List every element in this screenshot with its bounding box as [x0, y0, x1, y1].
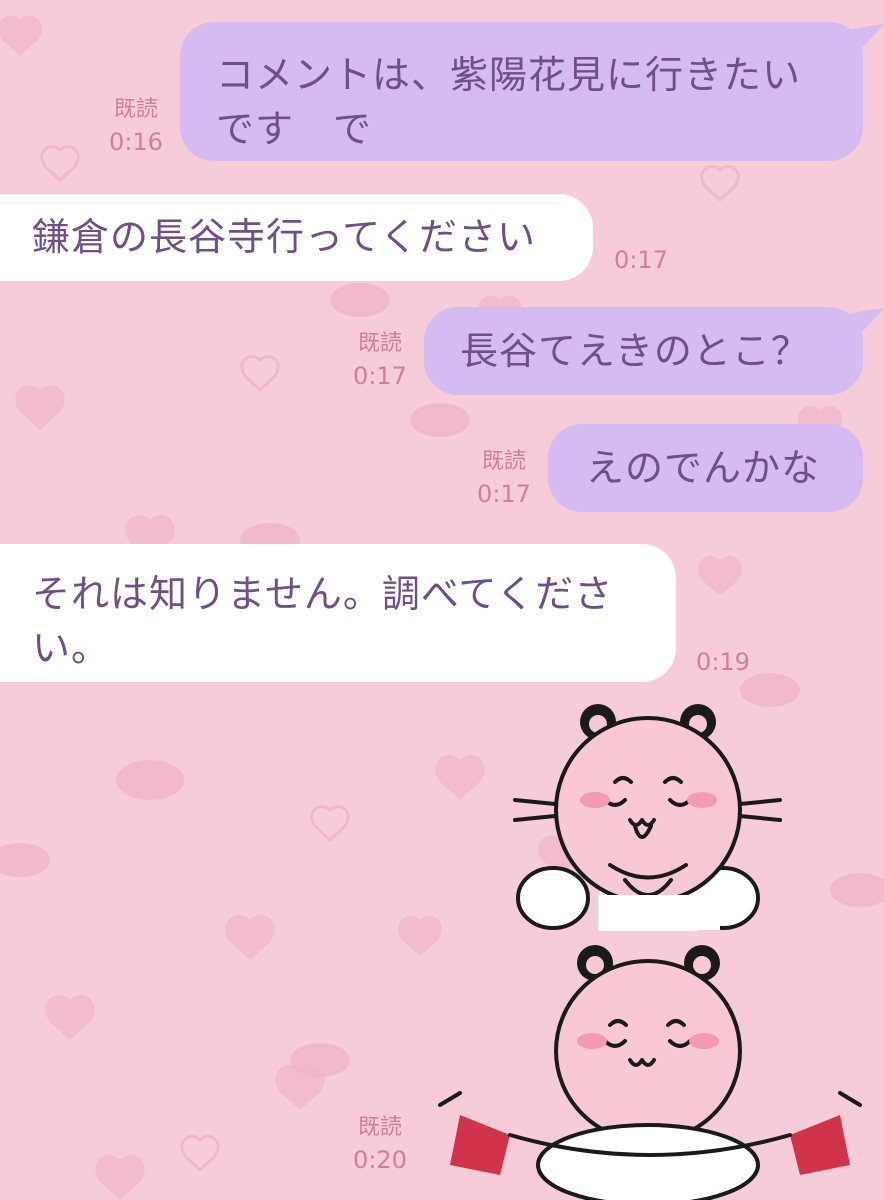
- read-label: 既読: [481, 449, 526, 474]
- read-label: 既読: [357, 1115, 402, 1140]
- message-time: 0:19: [696, 648, 750, 676]
- message-text: えのでんかな: [586, 446, 821, 490]
- read-receipt: 既読 0:20: [344, 1112, 416, 1176]
- read-receipt: 既読 0:17: [344, 328, 416, 392]
- message-text: 長谷てえきのとこ？: [460, 329, 810, 373]
- message-time: 0:17: [477, 480, 531, 508]
- sent-message-bubble[interactable]: えのでんかな: [548, 424, 863, 512]
- pink-hamster-sticker[interactable]: .ln { stroke:#1a1a1a; stroke-width:4; st…: [420, 700, 880, 1200]
- message-text: それは知りません。調べてください。: [32, 572, 614, 670]
- read-receipt: 既読 0:17: [468, 446, 540, 510]
- hamster-top-icon: [513, 704, 782, 931]
- message-time: 0:17: [353, 362, 407, 390]
- message-time: 0:17: [614, 246, 668, 274]
- sent-message-bubble[interactable]: コメントは、紫陽花見に行きたいです で: [180, 22, 863, 161]
- sent-message-bubble[interactable]: 長谷てえきのとこ？: [424, 307, 863, 395]
- message-timestamp: 0:19: [688, 646, 758, 678]
- message-timestamp: 0:17: [606, 244, 676, 276]
- read-label: 既読: [113, 97, 158, 122]
- message-time: 0:20: [353, 1146, 407, 1174]
- read-label: 既読: [357, 331, 402, 356]
- message-time: 0:16: [109, 128, 163, 156]
- read-receipt: 既読 0:16: [100, 94, 172, 158]
- message-text: 鎌倉の長谷寺行ってください: [32, 215, 536, 259]
- hamster-bottom-icon: [438, 945, 862, 1200]
- received-message-bubble[interactable]: それは知りません。調べてください。: [0, 544, 676, 682]
- received-message-bubble[interactable]: 鎌倉の長谷寺行ってください: [0, 194, 593, 281]
- message-text: コメントは、紫陽花見に行きたいです で: [216, 53, 802, 151]
